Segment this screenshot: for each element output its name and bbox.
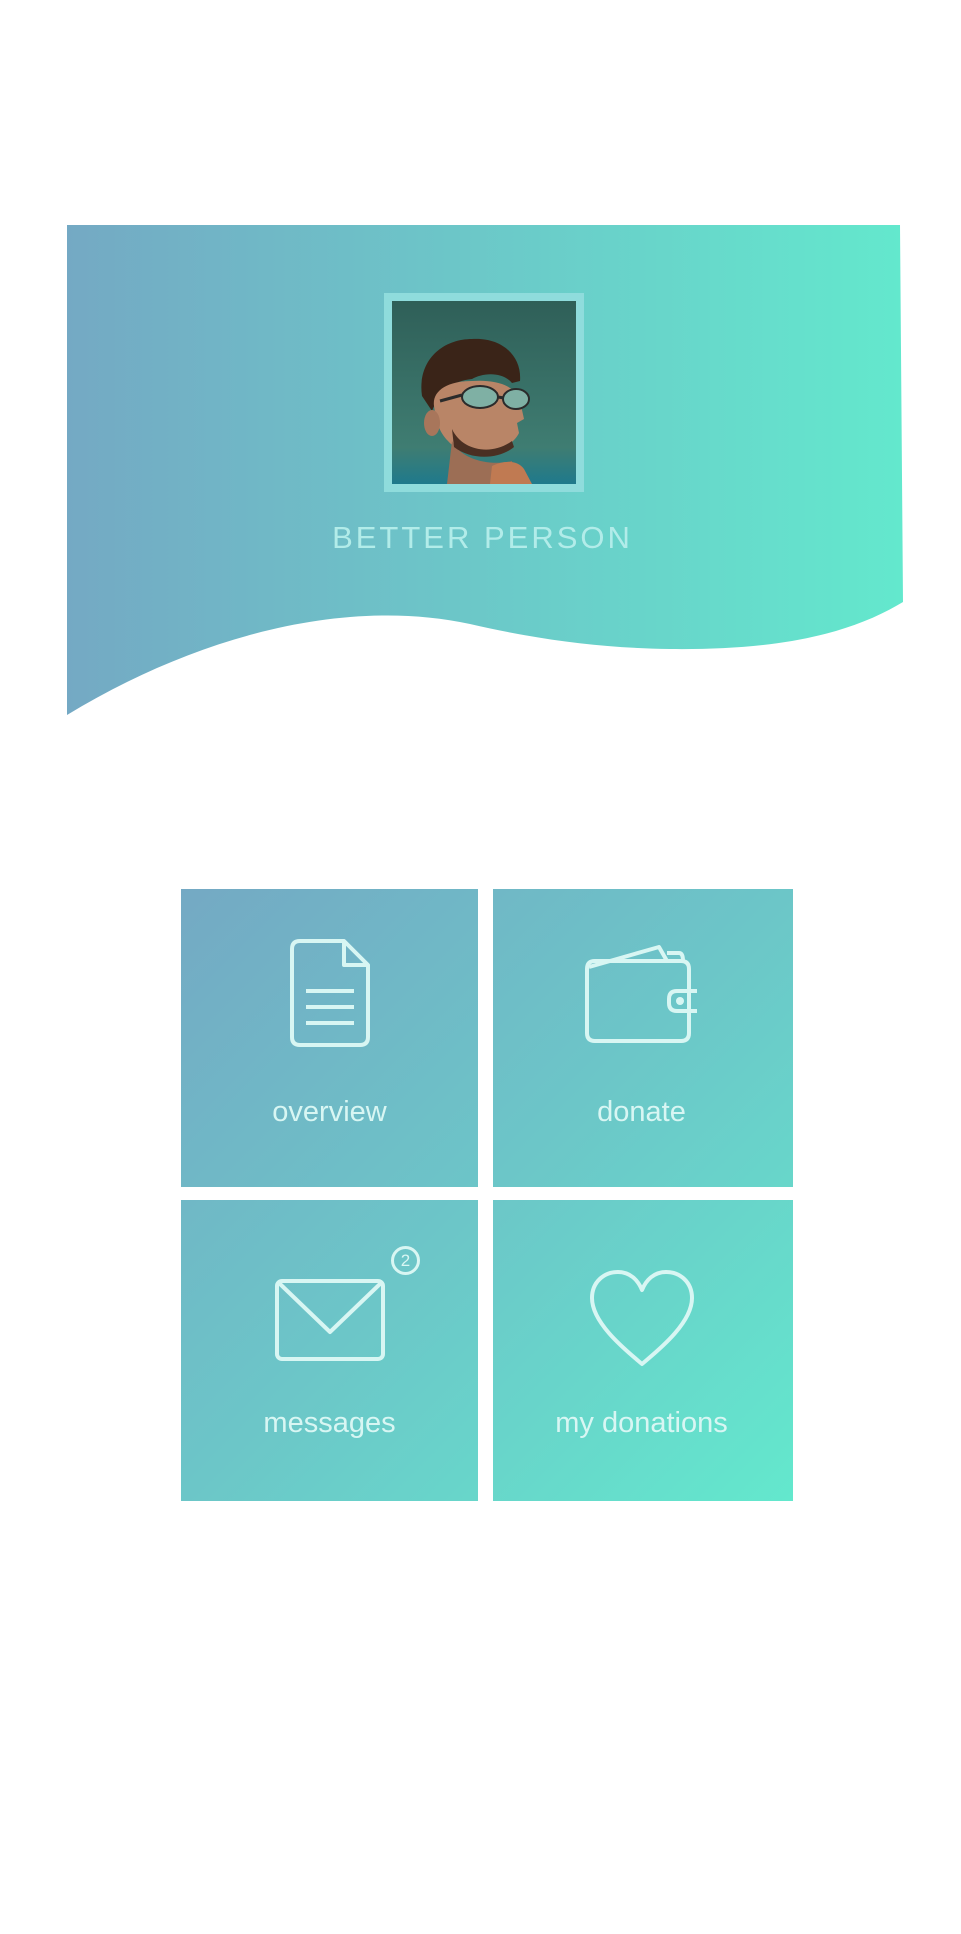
avatar[interactable] xyxy=(384,293,584,492)
my-donations-label: my donations xyxy=(555,1407,728,1439)
messages-tile[interactable]: 2 messages xyxy=(181,1200,478,1498)
profile-photo-icon xyxy=(392,301,576,484)
profile-header: BETTER PERSON xyxy=(0,0,961,740)
donate-label: donate xyxy=(597,1096,686,1128)
wallet-icon xyxy=(584,945,697,1043)
overview-label: overview xyxy=(272,1096,387,1128)
grid-divider-horizontal xyxy=(181,1187,793,1200)
my-donations-tile[interactable]: my donations xyxy=(493,1200,790,1498)
heart-icon xyxy=(589,1270,694,1366)
envelope-icon xyxy=(274,1279,385,1361)
messages-badge: 2 xyxy=(391,1246,420,1275)
overview-tile[interactable]: overview xyxy=(181,889,478,1187)
profile-name: BETTER PERSON xyxy=(332,520,633,555)
menu-grid: overview donate 2 messages my donations xyxy=(181,889,793,1501)
donate-tile[interactable]: donate xyxy=(493,889,790,1187)
messages-label: messages xyxy=(263,1407,396,1439)
document-icon xyxy=(289,939,370,1047)
